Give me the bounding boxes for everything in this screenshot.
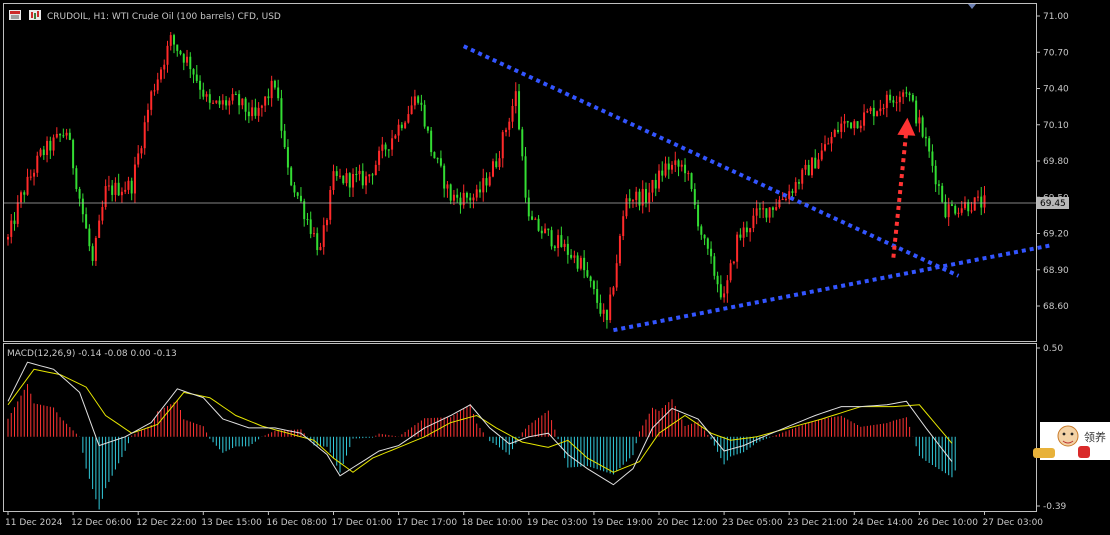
candle [329,186,332,225]
time-tick-label: 12 Dec 22:00 [136,518,197,528]
time-tick-label: 18 Dec 10:00 [462,518,523,528]
candle [290,166,293,187]
price-tick-label: 70.40 [1043,85,1069,95]
time-tick-label: 26 Dec 10:00 [917,518,978,528]
price-tick-label: 69.20 [1043,230,1069,240]
time-tick-label: 23 Dec 05:00 [722,518,783,528]
candle [579,255,582,271]
time-tick-label: 27 Dec 03:00 [983,518,1044,528]
window-icon[interactable] [9,10,21,20]
time-tick-label: 19 Dec 03:00 [527,518,588,528]
price-tick-label: 68.90 [1043,266,1069,276]
candle [521,126,524,161]
candle [850,122,853,130]
candle [75,165,78,192]
price-tick-label: 69.80 [1043,157,1069,167]
candle [690,172,693,192]
macd-tick-top: 0.50 [1043,344,1063,354]
candle [430,126,433,157]
chart-type-icon[interactable] [29,10,41,20]
chart-title: CRUDOIL, H1: WTI Crude Oil (100 barrels)… [47,12,281,22]
candle [876,110,879,117]
candle [921,115,924,139]
time-tick-label: 13 Dec 15:00 [201,518,262,528]
time-tick-label: 16 Dec 08:00 [266,518,327,528]
macd-title: MACD(12,26,9) -0.14 -0.08 0.00 -0.13 [7,349,177,359]
symbol-header: CRUDOIL, H1: WTI Crude Oil (100 barrels)… [9,10,281,22]
chart-svg: 71.0070.7070.4070.1069.8069.5069.2068.90… [0,0,1110,535]
time-tick-label: 17 Dec 17:00 [397,518,458,528]
candle [856,121,859,129]
candle [915,96,918,127]
candle [491,158,494,178]
price-tick-label: 70.70 [1043,48,1069,58]
time-tick-label: 23 Dec 21:00 [787,518,848,528]
candle [810,156,813,178]
price-tick-label: 70.10 [1043,121,1069,131]
current-price-label: 69.45 [1040,199,1066,209]
time-tick-label: 12 Dec 06:00 [71,518,132,528]
time-tick-label: 24 Dec 14:00 [852,518,913,528]
price-tick-label: 68.60 [1043,302,1069,312]
time-tick-label: 20 Dec 12:00 [657,518,718,528]
candle [433,151,436,159]
candle [941,182,944,204]
time-tick-label: 19 Dec 19:00 [592,518,653,528]
candle [713,253,716,280]
macd-tick-bottom: -0.39 [1043,502,1067,512]
overlay-widget[interactable]: 领养 [1033,422,1110,460]
time-tick-label: 11 Dec 2024 [5,518,63,528]
candle [973,197,976,211]
time-tick-label: 17 Dec 01:00 [332,518,393,528]
price-tick-label: 71.00 [1043,12,1069,22]
candle [618,233,621,266]
overlay-widget-text: 领养 [1084,430,1106,444]
